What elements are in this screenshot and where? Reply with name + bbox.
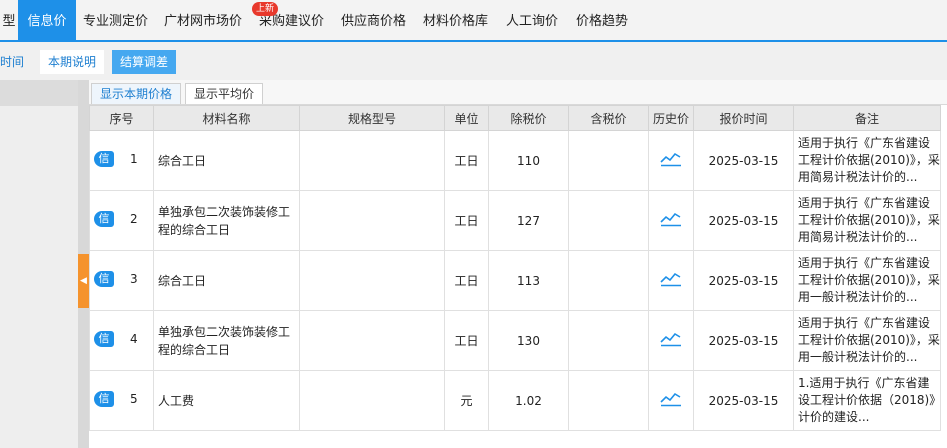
unit-cell: 工日	[444, 190, 489, 251]
col-header-unit[interactable]: 单位	[444, 105, 489, 131]
table-header: 序号 材料名称 规格型号 单位 除税价 含税价 历史价 报价时间 备注	[89, 105, 941, 131]
nav-item-price-trend[interactable]: 价格趋势	[576, 0, 628, 40]
tab-current-price[interactable]: 显示本期价格	[91, 83, 182, 104]
info-tag-icon: 信	[94, 211, 114, 227]
info-tag-icon: 信	[94, 271, 114, 287]
nav-item-supplier-price[interactable]: 供应商价格	[341, 0, 406, 40]
table-row[interactable]: 信 5 人工费 元 1.02 2025-03-15 1.适用于执行《广东省建设工程…	[89, 370, 941, 431]
row-number: 2	[130, 212, 138, 226]
info-tag-icon: 信	[94, 151, 114, 167]
period-description-button[interactable]: 本期说明	[40, 50, 105, 74]
row-number: 4	[130, 332, 138, 346]
new-badge: 上新	[252, 2, 279, 16]
date-cell: 2025-03-15	[693, 190, 794, 251]
note-cell: 适用于执行《广东省建设工程计价依据(2010)》，采用简易计税法计价的...	[793, 190, 941, 251]
material-name: 综合工日	[153, 130, 300, 191]
trend-chart-icon[interactable]	[660, 151, 682, 167]
table-row[interactable]: 信 4 单独承包二次装饰装修工程的综合工日 工日 130 2025-03-15 适…	[89, 310, 941, 371]
price-table: 序号 材料名称 规格型号 单位 除税价 含税价 历史价 报价时间 备注 信 1 综…	[89, 105, 941, 431]
spec-cell	[299, 370, 445, 431]
note-cell: 1.适用于执行《广东省建设工程计价依据（2018)》计价的建设...	[793, 370, 941, 431]
top-nav: 型 信息价 专业测定价 广材网市场价 采购建议价 供应商价格 材料价格库 人工询…	[0, 0, 947, 42]
price-tabs: 显示本期价格 显示平均价	[89, 80, 947, 105]
info-tag-icon: 信	[94, 391, 114, 407]
tax-price-cell	[568, 190, 649, 251]
nav-item-material-library[interactable]: 材料价格库	[423, 0, 488, 40]
nav-item-labor-inquiry[interactable]: 人工询价	[506, 0, 558, 40]
material-name: 人工费	[153, 370, 300, 431]
nav-item-type[interactable]: 型	[0, 0, 18, 40]
tax-price-cell	[568, 370, 649, 431]
trend-chart-icon[interactable]	[660, 391, 682, 407]
trend-chart-icon[interactable]	[660, 331, 682, 347]
date-cell: 2025-03-15	[693, 250, 794, 311]
left-panel-header	[0, 80, 78, 106]
col-header-history[interactable]: 历史价	[648, 105, 694, 131]
tab-average-price[interactable]: 显示平均价	[185, 83, 264, 104]
row-number: 3	[130, 272, 138, 286]
tax-price-cell	[568, 130, 649, 191]
settlement-adjust-button[interactable]: 结算调差	[112, 50, 177, 74]
material-name: 综合工日	[153, 250, 300, 311]
table-row[interactable]: 信 2 单独承包二次装饰装修工程的综合工日 工日 127 2025-03-15 适…	[89, 190, 941, 251]
col-header-name[interactable]: 材料名称	[153, 105, 300, 131]
note-cell: 适用于执行《广东省建设工程计价依据(2010)》，采用一般计税法计价的...	[793, 250, 941, 311]
spec-cell	[299, 190, 445, 251]
spec-cell	[299, 310, 445, 371]
price-cell: 110	[488, 130, 569, 191]
nav-item-info-price[interactable]: 信息价	[18, 0, 76, 40]
price-cell: 127	[488, 190, 569, 251]
trend-chart-icon[interactable]	[660, 271, 682, 287]
col-header-tax-price[interactable]: 含税价	[568, 105, 649, 131]
trend-chart-icon[interactable]	[660, 211, 682, 227]
date-cell: 2025-03-15	[693, 370, 794, 431]
left-panel	[0, 80, 78, 448]
col-header-note[interactable]: 备注	[793, 105, 941, 131]
material-name: 单独承包二次装饰装修工程的综合工日	[153, 190, 300, 251]
tax-price-cell	[568, 310, 649, 371]
date-cell: 2025-03-15	[693, 130, 794, 191]
date-cell: 2025-03-15	[693, 310, 794, 371]
spec-cell	[299, 130, 445, 191]
col-header-no[interactable]: 序号	[89, 105, 154, 131]
row-number: 1	[130, 152, 138, 166]
price-cell: 113	[488, 250, 569, 311]
nav-item-professional-price[interactable]: 专业测定价	[83, 0, 148, 40]
nav-item-market-price[interactable]: 广材网市场价	[164, 0, 242, 40]
unit-cell: 工日	[444, 130, 489, 191]
unit-cell: 元	[444, 370, 489, 431]
col-header-spec[interactable]: 规格型号	[299, 105, 445, 131]
note-cell: 适用于执行《广东省建设工程计价依据(2010)》，采用一般计税法计价的...	[793, 310, 941, 371]
unit-cell: 工日	[444, 310, 489, 371]
time-button[interactable]: 时间	[0, 50, 32, 74]
price-cell: 130	[488, 310, 569, 371]
info-tag-icon: 信	[94, 331, 114, 347]
table-row[interactable]: 信 3 综合工日 工日 113 2025-03-15 适用于执行《广东省建设工程计…	[89, 250, 941, 311]
note-cell: 适用于执行《广东省建设工程计价依据(2010)》，采用简易计税法计价的...	[793, 130, 941, 191]
row-number: 5	[130, 392, 138, 406]
sub-toolbar: 时间 本期说明 结算调差	[0, 42, 947, 80]
spec-cell	[299, 250, 445, 311]
col-header-date[interactable]: 报价时间	[693, 105, 794, 131]
chevron-left-icon[interactable]: ◀	[78, 254, 89, 308]
unit-cell: 工日	[444, 250, 489, 311]
tax-price-cell	[568, 250, 649, 311]
table-row[interactable]: 信 1 综合工日 工日 110 2025-03-15 适用于执行《广东省建设工程计…	[89, 130, 941, 191]
price-cell: 1.02	[488, 370, 569, 431]
col-header-price[interactable]: 除税价	[488, 105, 569, 131]
material-name: 单独承包二次装饰装修工程的综合工日	[153, 310, 300, 371]
